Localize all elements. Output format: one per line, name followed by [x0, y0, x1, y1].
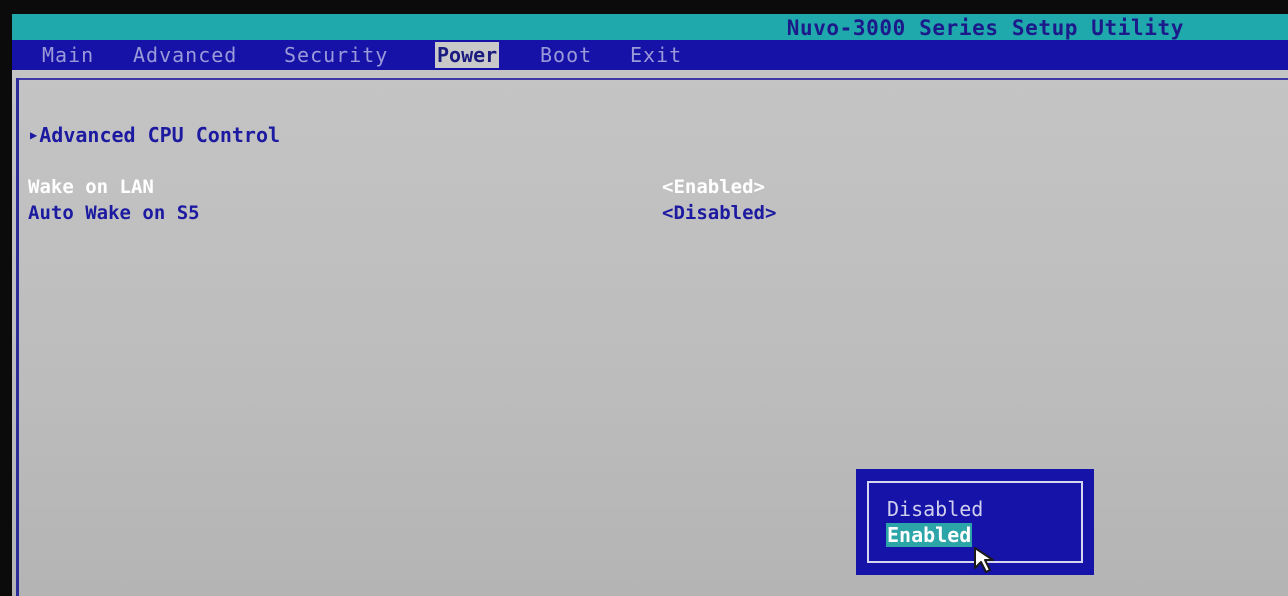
panel-frame-top	[18, 78, 1288, 80]
option-enabled[interactable]: Enabled	[886, 523, 973, 547]
monitor-bezel-left	[0, 0, 12, 596]
title-bar: Nuvo-3000 Series Setup Utility	[12, 14, 1288, 40]
submenu-advanced-cpu-control[interactable]: ▶ Advanced CPU Control	[30, 123, 280, 147]
monitor-bezel-top	[0, 0, 1288, 14]
tab-power[interactable]: Power	[435, 42, 500, 68]
window-title: Nuvo-3000 Series Setup Utility	[786, 16, 1184, 40]
setting-auto-wake-s5-label[interactable]: Auto Wake on S5	[28, 202, 200, 224]
tab-main[interactable]: Main	[42, 42, 94, 68]
bios-screen: Nuvo-3000 Series Setup Utility Main Adva…	[0, 0, 1288, 596]
settings-panel	[12, 70, 1288, 596]
tab-security[interactable]: Security	[284, 42, 388, 68]
submenu-label: Advanced CPU Control	[39, 123, 281, 147]
menu-bar: Main Advanced Security Power Boot Exit	[12, 40, 1288, 70]
tab-advanced[interactable]: Advanced	[133, 42, 237, 68]
mouse-cursor-icon	[974, 547, 994, 573]
tab-boot[interactable]: Boot	[540, 42, 592, 68]
setting-wake-on-lan-label[interactable]: Wake on LAN	[28, 176, 154, 198]
setting-auto-wake-s5-value[interactable]: <Disabled>	[662, 202, 776, 224]
right-triangle-icon: ▶	[30, 128, 38, 142]
setting-wake-on-lan-value[interactable]: <Enabled>	[662, 176, 765, 198]
option-disabled[interactable]: Disabled	[886, 497, 984, 521]
tab-exit[interactable]: Exit	[630, 42, 682, 68]
panel-frame-left	[16, 78, 19, 596]
